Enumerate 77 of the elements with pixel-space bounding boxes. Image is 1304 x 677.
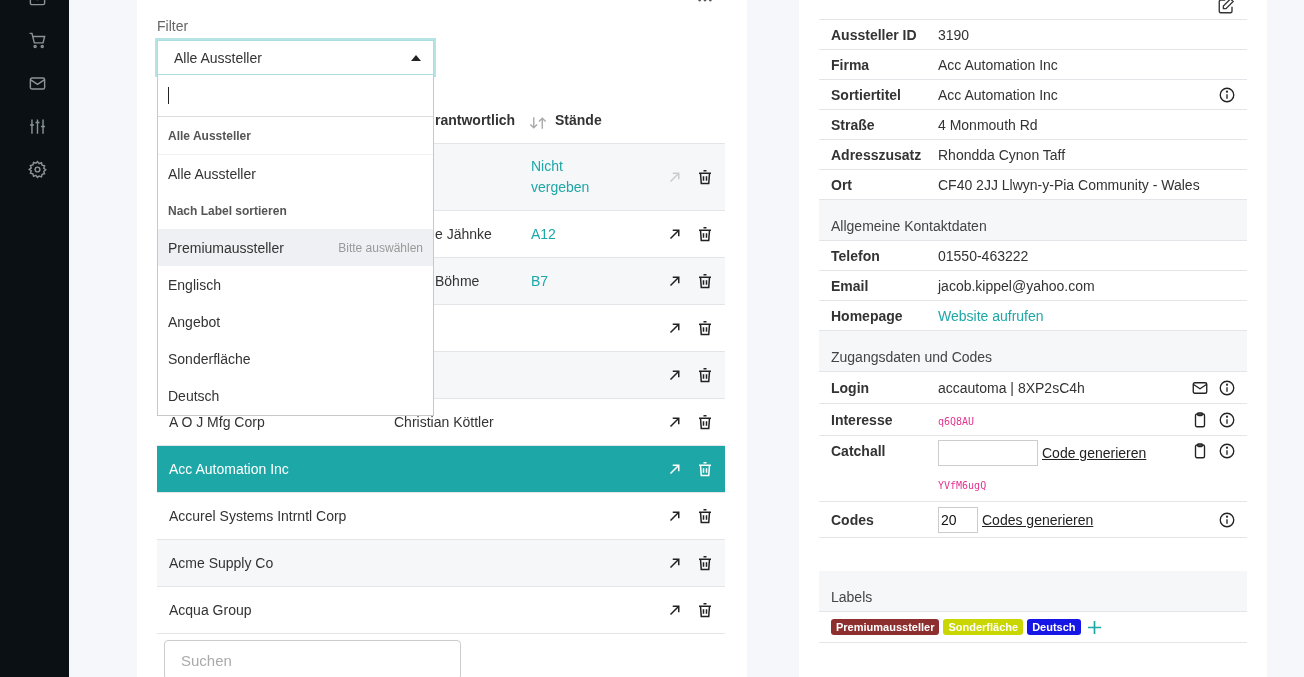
dropdown-option[interactable]: Alle Aussteller: [158, 155, 433, 192]
dropdown-option[interactable]: Englisch: [158, 266, 433, 303]
info-icon[interactable]: [1218, 510, 1236, 529]
field-label: Codes: [830, 511, 875, 528]
generate-link[interactable]: Codes generieren: [982, 511, 1094, 528]
field-label: Aussteller ID: [830, 26, 918, 43]
table-cell: e Jähnke: [435, 226, 492, 242]
column-header[interactable]: rantwortlich: [435, 112, 516, 128]
trash-icon[interactable]: [696, 168, 714, 186]
option-hint: Bitte auswählen: [338, 240, 423, 255]
settings-icon[interactable]: [27, 160, 47, 179]
field-value: accautoma | 8XP2sC4h: [938, 379, 1085, 396]
field-value: 4 Monmouth Rd: [938, 116, 1038, 133]
label-tag: Premiumaussteller: [831, 619, 940, 635]
trash-icon[interactable]: [696, 225, 714, 243]
dropdown-option[interactable]: Angebot: [158, 303, 433, 340]
section-heading: Allgemeine Kontaktdaten: [819, 200, 1247, 241]
table-cell: Acqua Group: [169, 602, 252, 618]
code-value: YVfM6ugQ: [938, 480, 988, 491]
caret-icon: [411, 54, 421, 61]
field-value: 01550-463222: [938, 247, 1029, 264]
field-label: Straße: [830, 116, 876, 133]
group-heading: Alle Aussteller: [158, 117, 433, 155]
table-cell: Accurel Systems Intrntl Corp: [169, 508, 347, 524]
label-tag: Sonderfläche: [943, 619, 1024, 635]
field-value: Rhondda Cynon Taff: [938, 146, 1066, 163]
info-icon[interactable]: [1218, 410, 1236, 429]
trash-icon[interactable]: [696, 554, 714, 572]
field-value: CF40 2JJ Llwyn-y-Pia Community - Wales: [938, 176, 1200, 193]
code-value: q6Q8AU: [938, 415, 975, 427]
field-label: Firma: [830, 56, 871, 73]
dropdown-option[interactable]: Premiumaussteller Bitte auswählen: [158, 229, 433, 266]
table-row[interactable]: Acme Supply Co: [157, 540, 725, 587]
column-header[interactable]: Stände: [555, 112, 602, 128]
trash-icon[interactable]: [696, 319, 714, 337]
field-value: Acc Automation Inc: [938, 56, 1058, 73]
field-label: Adresszusatz: [830, 146, 923, 163]
edit-icon[interactable]: [1217, 0, 1235, 15]
count-input-field[interactable]: 20: [938, 506, 978, 533]
info-icon[interactable]: [1218, 85, 1236, 104]
field-value: 3190: [938, 26, 970, 43]
info-icon[interactable]: [1218, 378, 1236, 397]
table-cell: A O J Mfg Corp: [169, 414, 265, 430]
search-field[interactable]: Suchen: [164, 640, 461, 677]
trash-icon[interactable]: [696, 601, 714, 619]
table-cell: Böhme: [435, 273, 480, 289]
trash-icon[interactable]: [696, 413, 714, 431]
add-icon[interactable]: [1087, 620, 1101, 634]
field-value: Acc Automation Inc: [938, 86, 1058, 103]
section-heading: Zugangsdaten und Codes: [819, 331, 1247, 372]
filter-select[interactable]: Alle Aussteller: [157, 40, 434, 75]
sliders-icon[interactable]: [27, 117, 47, 136]
cart-icon[interactable]: [27, 31, 47, 50]
field-value: jacob.kippel@yahoo.com: [938, 277, 1095, 294]
field-label: Ort: [830, 176, 853, 193]
label-tag: Deutsch: [1027, 619, 1081, 635]
filter-label: Filter: [157, 17, 190, 35]
code-input-field[interactable]: [938, 440, 1038, 466]
table-cell: Acc Automation Inc: [169, 461, 289, 477]
section-heading: Labels: [819, 571, 1247, 612]
info-icon[interactable]: [1218, 442, 1236, 460]
field-label: Homepage: [830, 307, 904, 324]
field-label: Interesse: [830, 411, 894, 428]
generate-link[interactable]: Code generieren: [1042, 445, 1147, 461]
field-label: Telefon: [830, 247, 881, 264]
field-label: Email: [830, 277, 870, 294]
field-label: Login: [830, 379, 871, 396]
trash-icon[interactable]: [696, 366, 714, 384]
table-cell: Acme Supply Co: [169, 555, 274, 571]
dropdown-option[interactable]: Sonderfläche: [158, 340, 433, 377]
trash-icon[interactable]: [696, 272, 714, 290]
table-row[interactable]: Acqua Group: [157, 587, 725, 634]
field-label: Catchall: [830, 442, 887, 459]
trash-icon[interactable]: [696, 507, 714, 525]
mail-icon[interactable]: [27, 74, 47, 93]
table-cell: Christian Köttler: [394, 414, 494, 430]
field-label: Sortiertitel: [830, 86, 902, 103]
